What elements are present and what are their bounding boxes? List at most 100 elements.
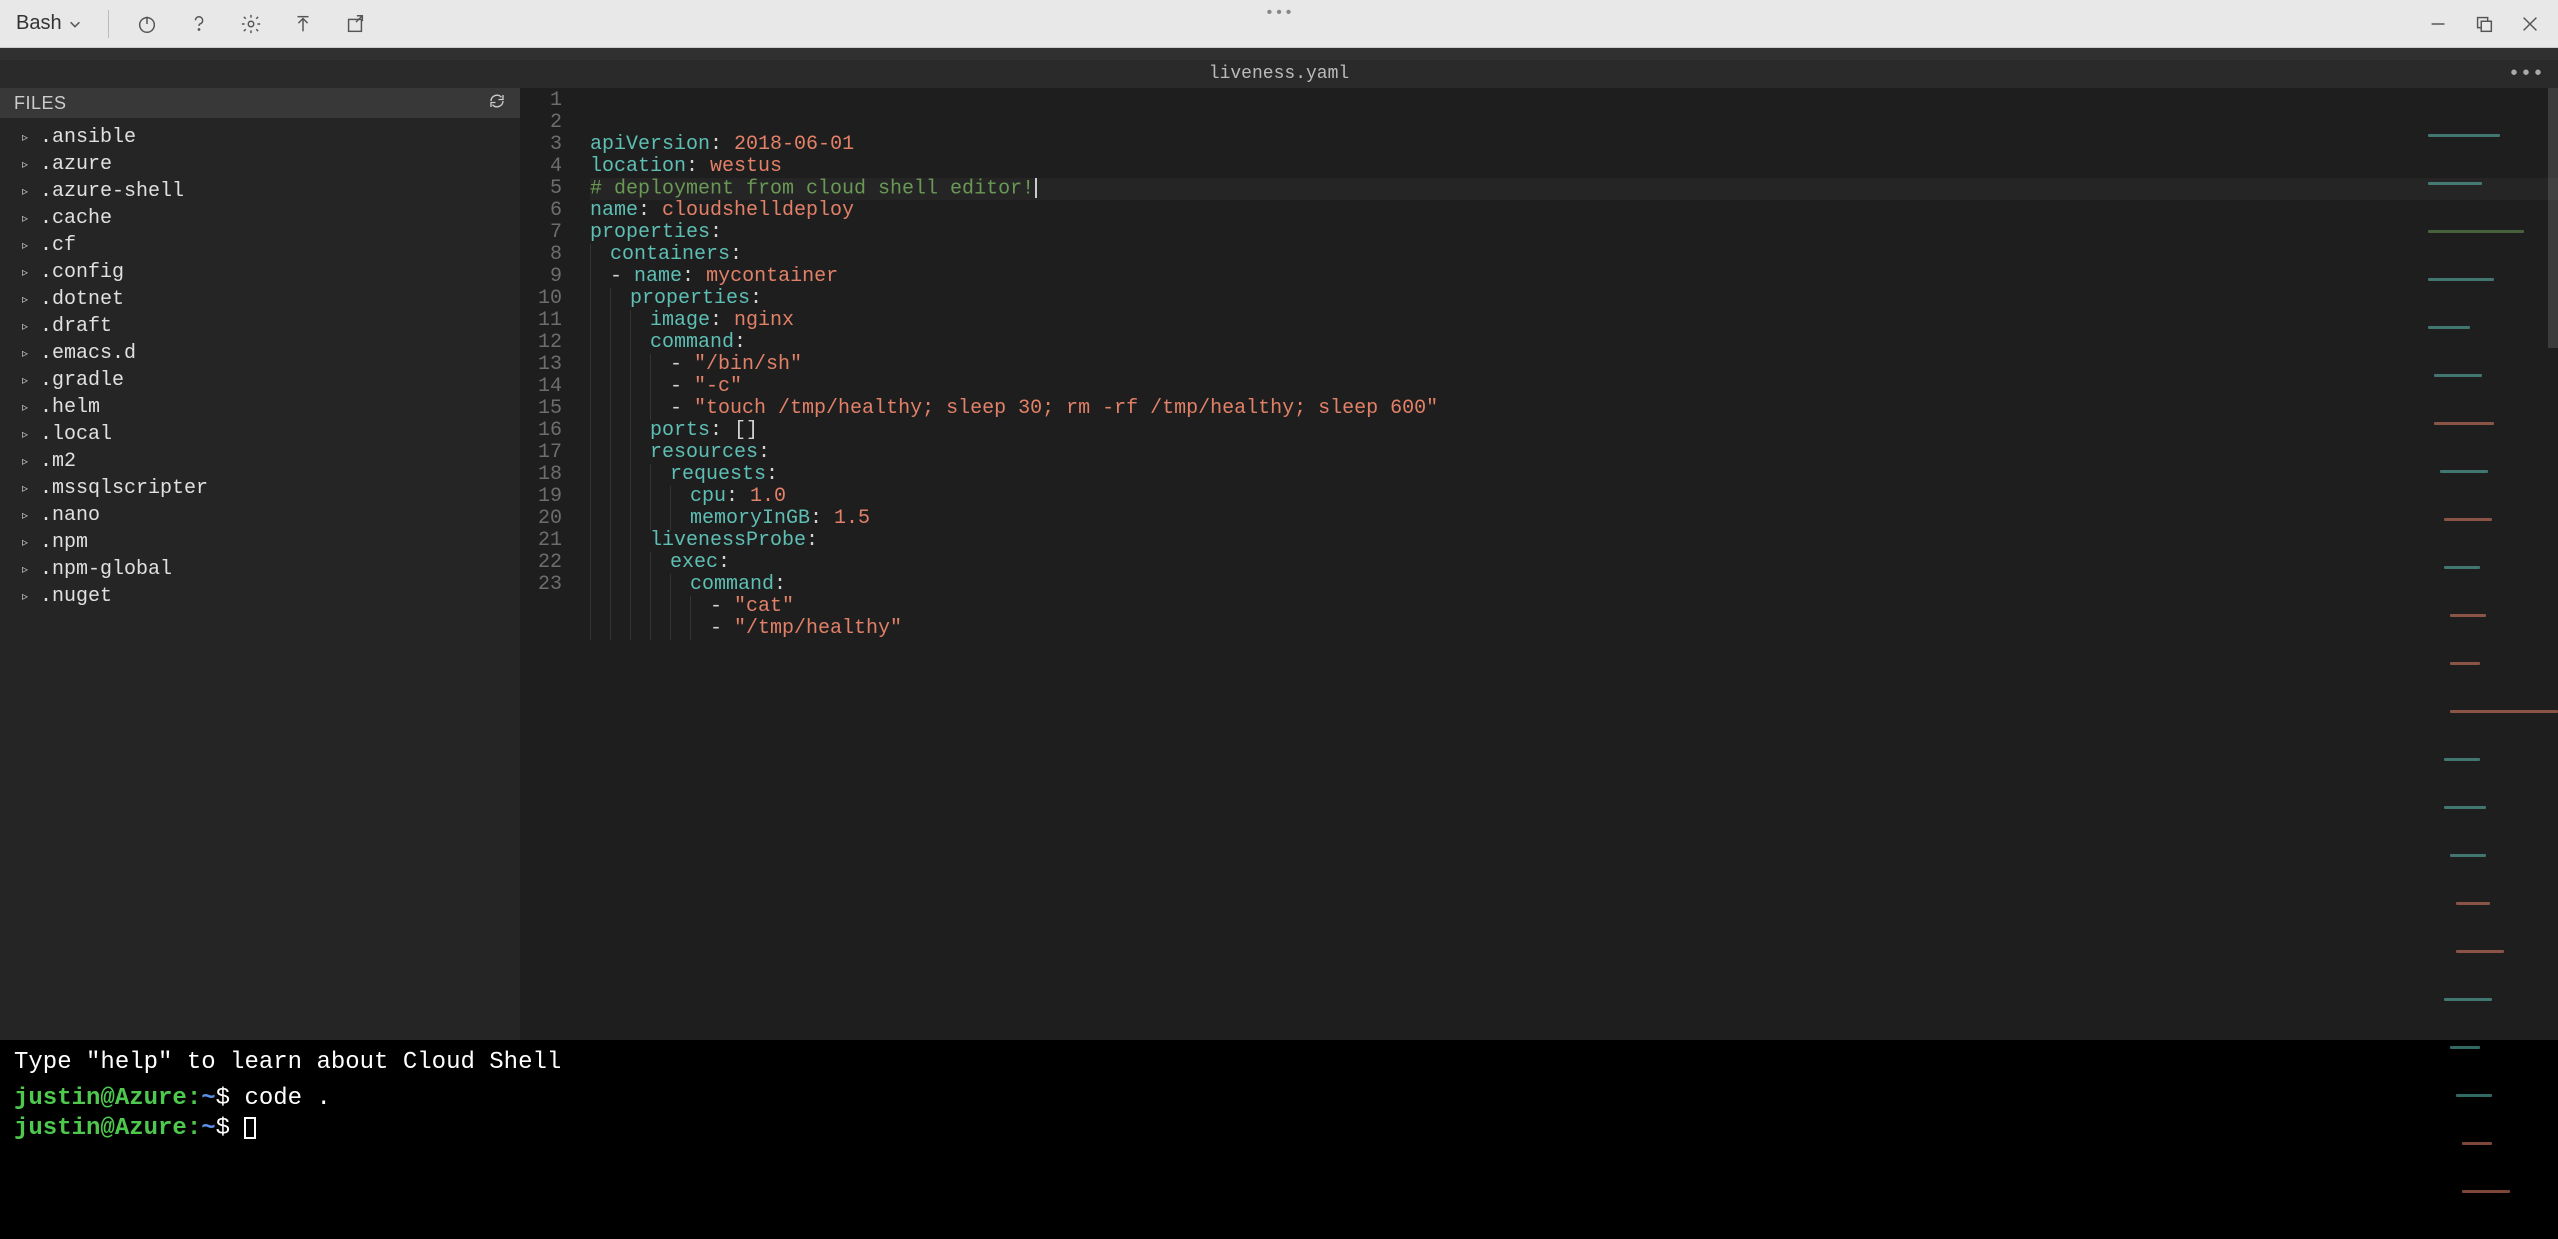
code-line[interactable]: - "touch /tmp/healthy; sleep 30; rm -rf … (590, 398, 2558, 420)
line-number: 1 (520, 90, 562, 112)
code-line[interactable]: livenessProbe: (590, 530, 2558, 552)
code-content[interactable]: apiVersion: 2018-06-01location: westus# … (576, 88, 2558, 1040)
code-editor[interactable]: 1234567891011121314151617181920212223 ap… (520, 88, 2558, 1040)
file-tree[interactable]: ▹.ansible▹.azure▹.azure-shell▹.cache▹.cf… (0, 118, 520, 1040)
code-line[interactable]: # deployment from cloud shell editor! (590, 178, 2558, 200)
code-line[interactable]: apiVersion: 2018-06-01 (590, 134, 2558, 156)
file-item[interactable]: ▹ .azure (0, 151, 520, 178)
code-line[interactable]: exec: (590, 552, 2558, 574)
minimize-icon[interactable] (2420, 6, 2456, 42)
chevron-right-icon: ▹ (22, 265, 32, 280)
file-item-label: .gradle (40, 369, 124, 392)
code-line[interactable]: - "/tmp/healthy" (590, 618, 2558, 640)
chevron-right-icon: ▹ (22, 562, 32, 577)
chevron-right-icon: ▹ (22, 157, 32, 172)
file-item[interactable]: ▹.cf (0, 232, 520, 259)
file-item-label: .mssqlscripter (40, 477, 208, 500)
file-item[interactable]: ▹.npm (0, 529, 520, 556)
chevron-right-icon: ▹ (22, 130, 32, 145)
file-item-label: .emacs.d (40, 342, 136, 365)
terminal-dollar: $ (216, 1115, 230, 1142)
upload-icon[interactable] (285, 6, 321, 42)
editor-body: FILES ▹.ansible▹.azure▹.azure-shell▹.cac… (0, 88, 2558, 1040)
file-item[interactable]: ▹.nano (0, 502, 520, 529)
file-item[interactable]: ▹.draft (0, 313, 520, 340)
code-line[interactable]: properties: (590, 222, 2558, 244)
code-line[interactable]: properties: (590, 288, 2558, 310)
file-item-label: .npm (40, 531, 88, 554)
terminal-line: justin@Azure:~$ code . (14, 1084, 2544, 1114)
new-window-icon[interactable] (337, 6, 373, 42)
line-number: 12 (520, 332, 562, 354)
line-number: 18 (520, 464, 562, 486)
file-explorer: FILES ▹.ansible▹.azure▹.azure-shell▹.cac… (0, 88, 520, 1040)
toolbar-drag-handle-icon[interactable]: ••• (1265, 4, 1294, 22)
shell-selector-label: Bash (16, 12, 62, 35)
file-item-label: .cf (40, 234, 76, 257)
code-line[interactable]: command: (590, 574, 2558, 596)
file-item[interactable]: ▹.azure-shell (0, 178, 520, 205)
toolbar-left: Bash (10, 6, 373, 42)
file-item[interactable]: ▹.npm-global (0, 556, 520, 583)
file-item-label: .cache (40, 207, 112, 230)
code-line[interactable]: resources: (590, 442, 2558, 464)
file-item[interactable]: ▹.dotnet (0, 286, 520, 313)
terminal[interactable]: Type "help" to learn about Cloud Shell j… (0, 1040, 2558, 1170)
editor-more-icon[interactable]: ••• (2508, 63, 2544, 86)
file-item-label: .dotnet (40, 288, 124, 311)
code-line[interactable]: location: westus (590, 156, 2558, 178)
line-number: 13 (520, 354, 562, 376)
maximize-icon[interactable] (2466, 6, 2502, 42)
code-line[interactable]: - name: mycontainer (590, 266, 2558, 288)
line-number: 19 (520, 486, 562, 508)
file-item-label: .local (40, 423, 112, 446)
file-item[interactable]: ▹ .gradle (0, 367, 520, 394)
chevron-right-icon: ▹ (22, 400, 32, 415)
file-item[interactable]: ▹.cache (0, 205, 520, 232)
code-line[interactable]: containers: (590, 244, 2558, 266)
code-line[interactable]: requests: (590, 464, 2558, 486)
file-item[interactable]: ▹.ansible (0, 124, 520, 151)
file-item[interactable]: ▹.mssqlscripter (0, 475, 520, 502)
file-item-label: .helm (40, 396, 100, 419)
shell-selector[interactable]: Bash (10, 8, 88, 39)
file-item[interactable]: ▹.m2 (0, 448, 520, 475)
line-number: 21 (520, 530, 562, 552)
line-number: 7 (520, 222, 562, 244)
code-line[interactable]: image: nginx (590, 310, 2558, 332)
terminal-cursor (244, 1117, 256, 1139)
help-icon[interactable] (181, 6, 217, 42)
code-line[interactable]: memoryInGB: 1.5 (590, 508, 2558, 530)
file-item-label: .nuget (40, 585, 112, 608)
code-line[interactable]: ports: [] (590, 420, 2558, 442)
line-number: 17 (520, 442, 562, 464)
refresh-icon[interactable] (488, 92, 506, 115)
code-line[interactable]: cpu: 1.0 (590, 486, 2558, 508)
file-explorer-title: FILES (14, 93, 67, 114)
line-number: 4 (520, 156, 562, 178)
file-item-label: .m2 (40, 450, 76, 473)
file-item[interactable]: ▹.local (0, 421, 520, 448)
close-icon[interactable] (2512, 6, 2548, 42)
file-item[interactable]: ▹.config (0, 259, 520, 286)
chevron-right-icon: ▹ (22, 589, 32, 604)
restart-icon[interactable] (129, 6, 165, 42)
code-line[interactable]: - "-c" (590, 376, 2558, 398)
file-item-label: .azure (40, 153, 112, 176)
code-line[interactable]: command: (590, 332, 2558, 354)
line-number: 22 (520, 552, 562, 574)
file-item[interactable]: ▹.emacs.d (0, 340, 520, 367)
minimap[interactable] (2428, 90, 2548, 190)
line-number: 11 (520, 310, 562, 332)
file-item[interactable]: ▹ .helm (0, 394, 520, 421)
code-line[interactable]: - "/bin/sh" (590, 354, 2558, 376)
chevron-right-icon: ▹ (22, 319, 32, 334)
settings-icon[interactable] (233, 6, 269, 42)
line-gutter: 1234567891011121314151617181920212223 (520, 88, 576, 1040)
code-line[interactable]: name: cloudshelldeploy (590, 200, 2558, 222)
code-line[interactable]: - "cat" (590, 596, 2558, 618)
line-number: 10 (520, 288, 562, 310)
file-item[interactable]: ▹ .nuget (0, 583, 520, 610)
scrollbar-thumb[interactable] (2548, 88, 2558, 348)
chevron-right-icon: ▹ (22, 373, 32, 388)
